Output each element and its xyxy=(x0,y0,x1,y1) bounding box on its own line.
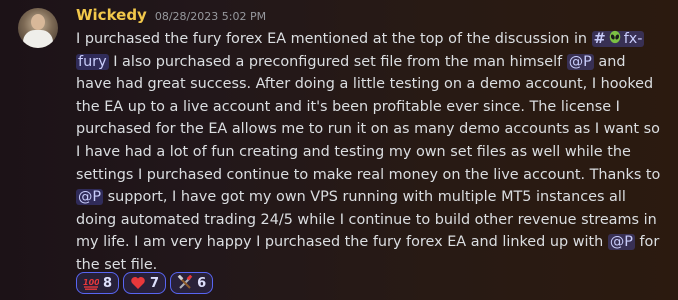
channel-mention[interactable]: fury xyxy=(76,53,109,70)
message-line: have had great success. After doing a li… xyxy=(76,73,660,96)
avatar-head xyxy=(31,14,45,30)
reaction-count: 8 xyxy=(103,275,113,291)
message-header: Wickedy 08/28/2023 5:02 PM xyxy=(76,6,266,28)
reaction-button[interactable]: 6 xyxy=(170,272,214,294)
crossed-tools-icon xyxy=(177,274,193,291)
message-line: settings I purchased continue to make re… xyxy=(76,164,660,187)
message-timestamp[interactable]: 08/28/2023 5:02 PM xyxy=(155,10,266,23)
author-name[interactable]: Wickedy xyxy=(76,6,147,24)
reactions-bar: 100 8 7 6 xyxy=(76,272,214,294)
message-text: support, I have got my own VPS running w… xyxy=(103,189,626,206)
message-text: my life. I am very happy I purchased the… xyxy=(76,234,608,251)
reaction-count: 6 xyxy=(197,275,207,291)
channel-name: fury xyxy=(78,53,107,70)
message-line: I purchased the fury forex EA mentioned … xyxy=(76,28,660,51)
message-line: fury I also purchased a preconfigured se… xyxy=(76,51,660,74)
chat-message: Wickedy 08/28/2023 5:02 PM I purchased t… xyxy=(0,0,678,300)
svg-text:100: 100 xyxy=(83,278,99,287)
user-mention[interactable]: @P xyxy=(76,189,104,206)
message-text: I purchased the fury forex EA mentioned … xyxy=(76,31,592,47)
message-line: doing automated trading 24/5 while I con… xyxy=(76,209,660,232)
avatar[interactable] xyxy=(18,8,58,48)
message-line: the EA up to a live account and it's bee… xyxy=(76,96,660,119)
avatar-shirt xyxy=(23,30,53,48)
message-text: for xyxy=(634,234,660,251)
message-line: @P support, I have got my own VPS runnin… xyxy=(76,186,660,209)
message-text: have had great success. After doing a li… xyxy=(76,76,654,93)
message-text: the EA up to a live account and it's bee… xyxy=(76,98,620,115)
reaction-button[interactable]: 100 8 xyxy=(76,272,120,294)
alien-icon xyxy=(608,29,622,44)
message-text: the set file. xyxy=(76,256,158,273)
message-line: my life. I am very happy I purchased the… xyxy=(76,231,660,254)
channel-mention[interactable]: # fx- xyxy=(591,29,645,47)
red-heart-icon xyxy=(130,275,146,291)
message-text: purchased for the EA allows me to run it… xyxy=(76,121,660,138)
reaction-count: 7 xyxy=(150,275,160,291)
message-text: and xyxy=(593,53,626,70)
reaction-button[interactable]: 7 xyxy=(123,272,167,294)
message-text: I also purchased a preconfigured set fil… xyxy=(108,53,567,70)
user-mention[interactable]: @P xyxy=(566,53,594,70)
message-content: I purchased the fury forex EA mentioned … xyxy=(76,28,660,277)
hundred-points-icon: 100 xyxy=(83,275,100,291)
channel-hash-icon: # xyxy=(593,31,606,47)
message-text: I have had a lot of fun creating and tes… xyxy=(76,143,631,160)
message-line: purchased for the EA allows me to run it… xyxy=(76,118,660,141)
message-text: settings I purchased continue to make re… xyxy=(76,166,661,183)
channel-name: fx- xyxy=(623,31,643,47)
user-mention[interactable]: @P xyxy=(607,234,635,251)
message-text: doing automated trading 24/5 while I con… xyxy=(76,211,657,228)
message-line: I have had a lot of fun creating and tes… xyxy=(76,141,660,164)
